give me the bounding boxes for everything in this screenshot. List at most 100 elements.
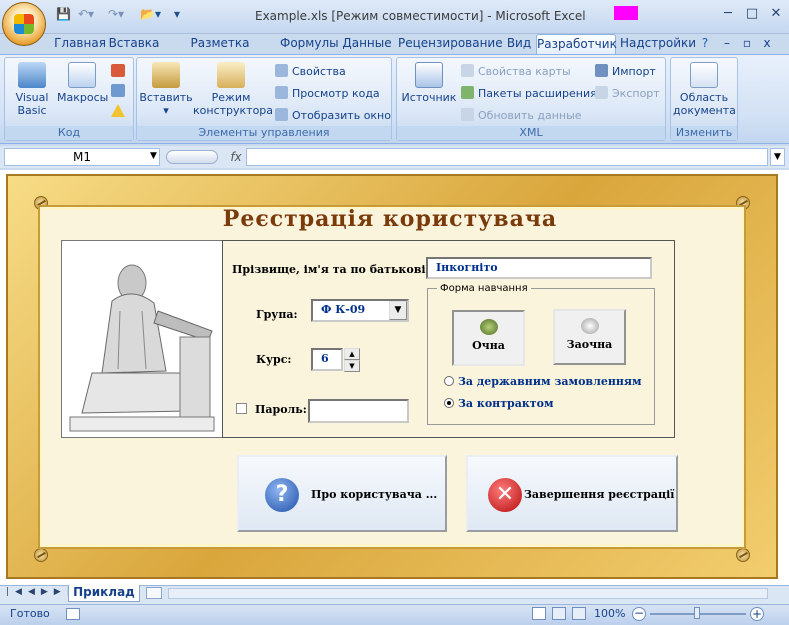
ribbon-close-icon[interactable]: x	[760, 34, 774, 54]
tab-formulas[interactable]: Формулы	[280, 34, 339, 54]
password-label: Пароль:	[255, 403, 307, 416]
window-title: Example.xls [Режим совместимости] - Micr…	[255, 9, 586, 23]
expansion-packs-button[interactable]: Пакеты расширения	[461, 86, 597, 102]
group-xml-label: XML	[397, 126, 665, 140]
tab-home[interactable]: Главная	[54, 34, 106, 54]
formula-separator	[166, 150, 218, 164]
tab-data[interactable]: Данные	[342, 34, 392, 54]
help-icon[interactable]: ?	[698, 34, 712, 54]
export-icon	[595, 86, 608, 99]
map-properties-icon	[461, 64, 474, 77]
relative-refs-icon[interactable]	[111, 84, 125, 97]
ribbon-restore-icon[interactable]: ▫	[740, 34, 754, 54]
export-button[interactable]: Экспорт	[595, 86, 660, 102]
formula-input[interactable]	[246, 148, 768, 166]
group-label: Група:	[256, 308, 298, 321]
parttime-button[interactable]: Заочна	[553, 309, 626, 365]
group-modify-label: Изменить	[671, 126, 737, 140]
insert-control-button[interactable]: Вставить ▾	[139, 62, 193, 117]
password-input[interactable]	[308, 399, 409, 423]
import-icon	[595, 64, 608, 77]
group-dropdown-icon[interactable]: ▼	[389, 301, 407, 320]
properties-button[interactable]: Свойства	[275, 64, 346, 80]
page-layout-view-icon[interactable]	[552, 607, 566, 620]
map-properties-button[interactable]: Свойства карты	[461, 64, 571, 80]
group-xml: Источник Свойства карты Пакеты расширени…	[396, 57, 666, 141]
expand-formula-icon[interactable]: ▼	[770, 148, 785, 166]
new-sheet-icon[interactable]	[146, 587, 162, 599]
design-mode-button[interactable]: Режим конструктора	[193, 62, 273, 117]
spin-up-icon[interactable]: ▲	[344, 348, 360, 360]
open-icon[interactable]: 📂▾	[140, 7, 161, 21]
about-user-button[interactable]: ? Про користувача ...	[237, 455, 447, 532]
name-box[interactable]: M1	[4, 148, 160, 166]
import-button[interactable]: Импорт	[595, 64, 656, 80]
undo-icon[interactable]: ↶▾	[78, 7, 94, 21]
close-button[interactable]: ✕	[764, 6, 788, 24]
group-code-label: Код	[5, 126, 133, 140]
course-input[interactable]: 6	[311, 348, 343, 371]
name-box-dropdown-icon[interactable]: ▼	[150, 151, 157, 161]
horizontal-scrollbar[interactable]	[168, 588, 768, 599]
view-code-icon	[275, 86, 288, 99]
tab-addins[interactable]: Надстройки	[620, 34, 696, 54]
save-icon[interactable]: 💾	[56, 7, 71, 21]
page-break-view-icon[interactable]	[572, 607, 586, 620]
ribbon-minimize-icon[interactable]: –	[720, 34, 734, 54]
tab-view[interactable]: Вид	[504, 34, 534, 54]
fulltime-button[interactable]: Очна	[452, 310, 525, 366]
macros-button[interactable]: Макросы	[57, 62, 108, 104]
status-ready: Готово	[10, 607, 50, 620]
source-button[interactable]: Источник	[401, 62, 457, 104]
contract-radio[interactable]: За контрактом	[444, 397, 554, 410]
sheet-tab-active[interactable]: Приклад	[68, 585, 140, 602]
zoom-in-icon[interactable]: +	[750, 607, 764, 621]
sheet-nav-icons[interactable]: |◀◀▶▶|	[6, 587, 76, 597]
spin-down-icon[interactable]: ▼	[344, 360, 360, 372]
record-macro-icon[interactable]	[111, 64, 125, 77]
name-input[interactable]: Інкогніто	[426, 257, 652, 279]
document-panel-button[interactable]: Область документа	[673, 62, 736, 117]
zoom-slider-thumb[interactable]	[694, 607, 700, 619]
course-label: Курс:	[256, 353, 292, 366]
tab-page-layout[interactable]: Разметка страницы	[164, 34, 276, 69]
zoom-level[interactable]: 100%	[594, 607, 625, 620]
visual-basic-button[interactable]: Visual Basic	[9, 62, 55, 117]
show-window-button[interactable]: Отобразить окно	[275, 108, 391, 124]
customize-qat-icon[interactable]: ▾	[174, 7, 180, 21]
refresh-data-button[interactable]: Обновить данные	[461, 108, 582, 124]
ribbon-tabs: Главная Вставка Разметка страницы Формул…	[48, 34, 789, 69]
redo-icon[interactable]: ↷▾	[108, 7, 124, 21]
zoom-out-icon[interactable]: −	[632, 607, 646, 621]
password-checkbox[interactable]	[236, 403, 247, 414]
radio-selected-icon	[444, 398, 454, 408]
macros-icon	[68, 62, 96, 88]
refresh-icon	[461, 108, 474, 121]
source-icon	[415, 62, 443, 88]
design-mode-icon	[217, 62, 245, 88]
ribbon: Visual Basic Макросы Код Вставить ▾ Режим…	[0, 54, 789, 144]
office-button[interactable]	[2, 2, 46, 46]
study-form-label: Форма навчання	[437, 283, 531, 294]
office-logo-icon	[14, 14, 34, 34]
minimize-button[interactable]: ─	[716, 6, 740, 24]
tab-developer[interactable]: Разработчик	[536, 34, 617, 54]
name-value: Інкогніто	[436, 261, 498, 274]
maximize-button[interactable]: □	[740, 6, 764, 24]
normal-view-icon[interactable]	[532, 607, 546, 620]
view-code-button[interactable]: Просмотр кода	[275, 86, 380, 102]
tab-insert[interactable]: Вставка	[108, 34, 160, 54]
budget-radio[interactable]: За державним замовленням	[444, 375, 642, 388]
macro-record-status-icon[interactable]	[66, 608, 80, 620]
insert-function-button[interactable]: fx	[226, 148, 246, 166]
finish-registration-button[interactable]: ✕ Завершення реєстрації	[466, 455, 678, 532]
tab-review[interactable]: Рецензирование	[398, 34, 503, 54]
show-window-icon	[275, 108, 288, 121]
macro-security-icon[interactable]	[111, 104, 125, 117]
group-controls: Вставить ▾ Режим конструктора Свойства Пр…	[136, 57, 392, 141]
form-title: Реєстрація користувача	[222, 206, 558, 232]
group-code: Visual Basic Макросы Код	[4, 57, 134, 141]
properties-icon	[275, 64, 288, 77]
scholar-image	[61, 240, 223, 438]
group-controls-label: Элементы управления	[137, 126, 391, 140]
